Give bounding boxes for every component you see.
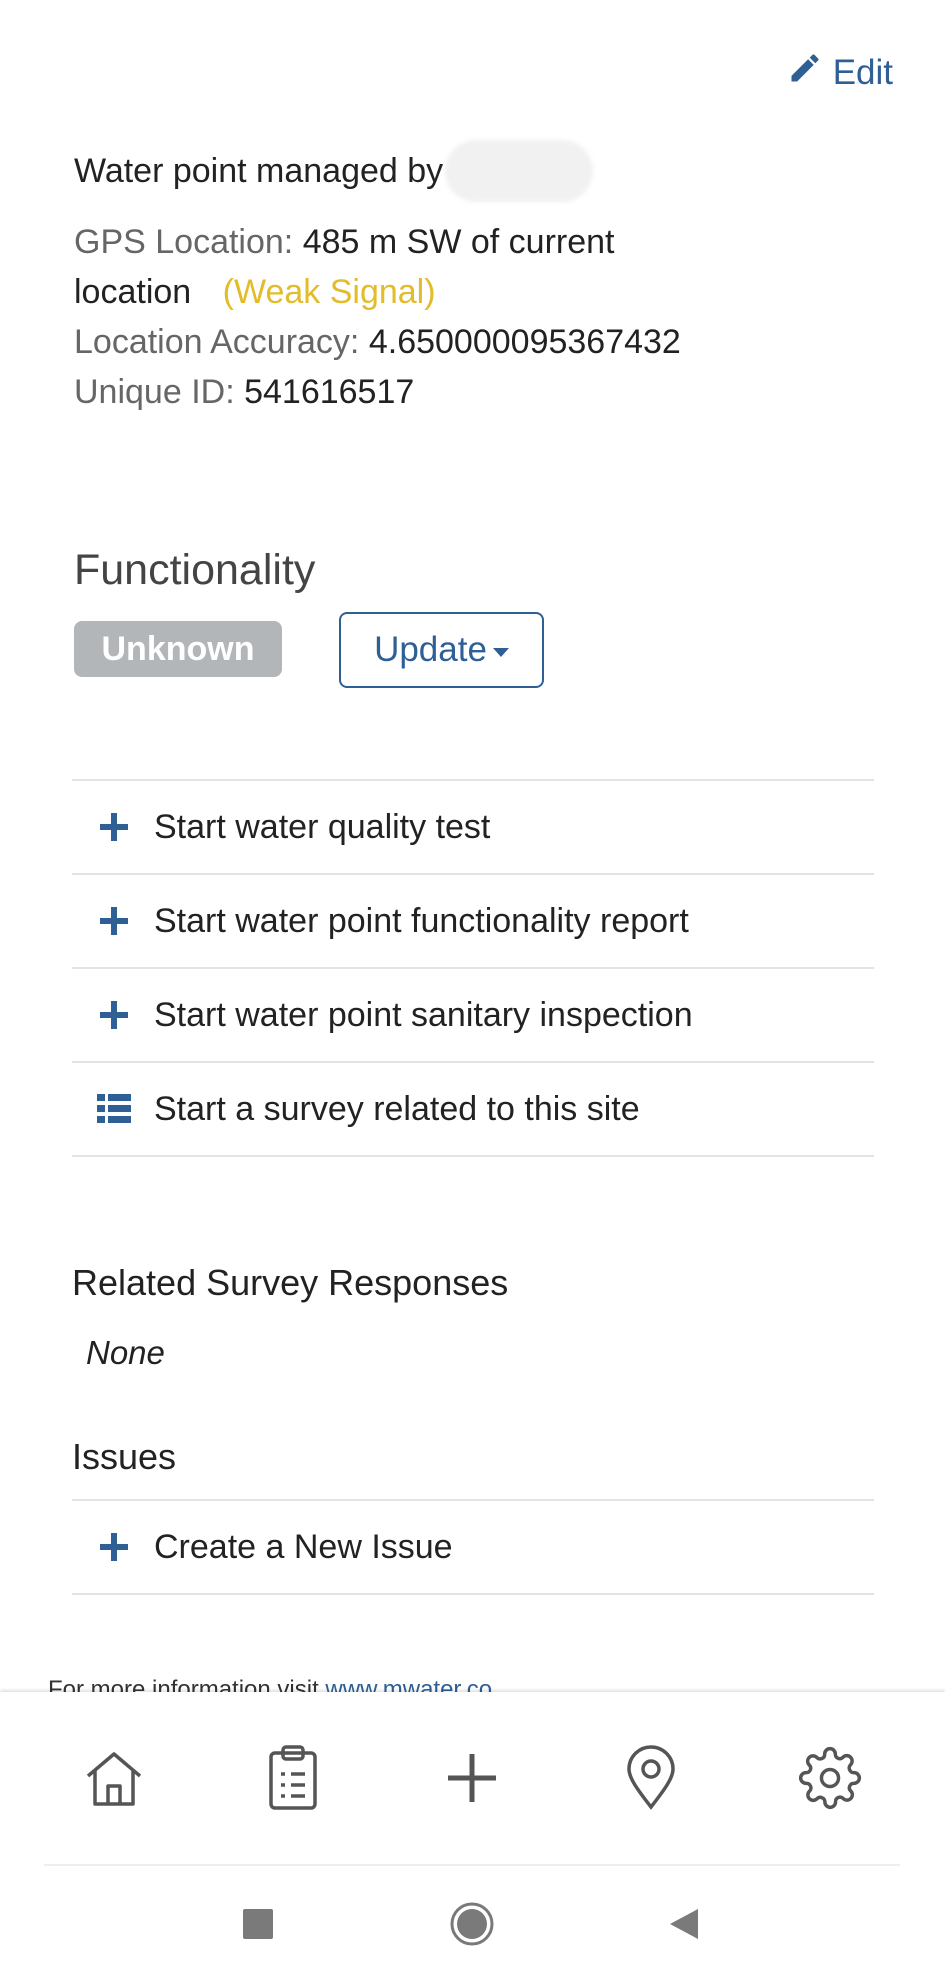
list-icon [97,1094,131,1123]
circle-icon [450,1902,494,1946]
accuracy-row: Location Accuracy: 4.650000095367432 [74,317,894,367]
redacted-manager-name [445,140,594,202]
start-functionality-report[interactable]: Start water point functionality report [72,875,874,969]
gps-location-row: GPS Location: 485 m SW of current [74,217,894,267]
nav-responses-button[interactable] [259,1744,327,1812]
create-new-issue[interactable]: Create a New Issue [72,1501,874,1595]
system-nav-bar [0,1866,945,1980]
home-system-button[interactable] [446,1898,498,1950]
gps-label: GPS Location: [74,223,294,261]
nav-settings-button[interactable] [796,1744,864,1812]
plus-icon [100,813,128,841]
action-label: Start water point sanitary inspection [154,995,693,1034]
site-info: Water point managed by GPS Location: 485… [74,140,894,417]
nav-home-button[interactable] [80,1744,148,1812]
recents-button[interactable] [232,1898,284,1950]
edit-label: Edit [832,52,893,92]
accuracy-value: 4.650000095367432 [368,323,681,361]
unique-id-value: 541616517 [244,373,415,411]
gps-value-line1: 485 m SW of current [302,223,615,261]
gear-icon [799,1747,861,1809]
nav-map-button[interactable] [617,1744,685,1812]
action-label: Start water point functionality report [154,901,689,940]
caret-down-icon [492,647,509,657]
square-icon [243,1909,273,1939]
start-sanitary-inspection[interactable]: Start water point sanitary inspection [72,969,874,1063]
action-label: Start a survey related to this site [154,1089,640,1128]
related-none-text: None [86,1334,165,1371]
gps-value-line2: location [74,273,192,311]
edit-link[interactable]: Edit [787,50,893,95]
unique-id-label: Unique ID: [74,373,235,411]
unique-id-row: Unique ID: 541616517 [74,367,894,417]
add-icon [448,1754,496,1802]
action-label: Start water quality test [154,807,491,846]
map-pin-icon [627,1745,675,1810]
start-water-quality-test[interactable]: Start water quality test [72,781,874,875]
start-related-survey[interactable]: Start a survey related to this site [72,1063,874,1157]
back-triangle-icon [670,1909,698,1939]
nav-add-button[interactable] [438,1744,506,1812]
managed-by-label: Water point managed by [74,151,444,190]
related-responses-title: Related Survey Responses [72,1262,509,1303]
functionality-title: Functionality [74,546,316,594]
action-list: Start water quality test Start water poi… [72,779,874,1157]
update-dropdown-button[interactable]: Update [339,612,544,688]
plus-icon [100,1533,128,1561]
update-label: Update [374,630,487,669]
pencil-icon [787,50,823,95]
plus-icon [100,1001,128,1029]
accuracy-label: Location Accuracy: [74,323,360,361]
clipboard-icon [269,1745,317,1810]
issues-title: Issues [72,1436,177,1477]
create-issue-label: Create a New Issue [154,1527,453,1566]
gps-location-row-2: location (Weak Signal) [74,267,894,317]
plus-icon [100,907,128,935]
managed-by-row: Water point managed by [74,140,894,202]
back-button[interactable] [657,1898,709,1950]
bottom-nav [0,1692,945,1866]
home-icon [86,1752,142,1806]
gps-signal-warning: (Weak Signal) [222,273,436,311]
status-badge: Unknown [74,621,282,677]
issues-list: Create a New Issue [72,1499,874,1595]
